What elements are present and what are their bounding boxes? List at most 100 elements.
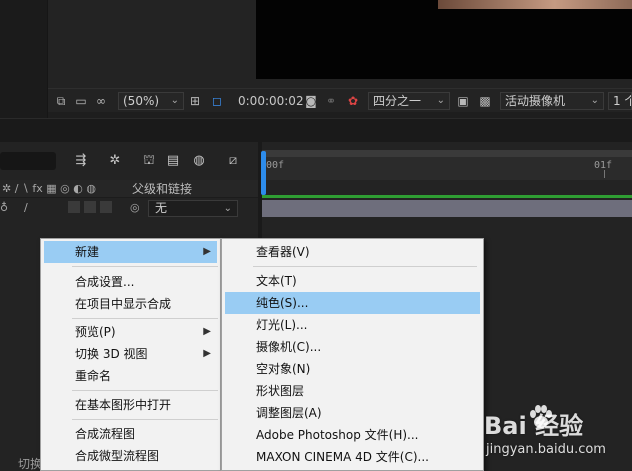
resolution-value: 四分之一 [373, 94, 422, 108]
show-snapshot-icon[interactable]: ⚭ [324, 94, 338, 108]
shy-layers-icon[interactable]: ⛫ [140, 152, 158, 170]
menu-item-composition-flowchart[interactable]: 合成流程图 [44, 423, 217, 445]
new-submenu: 查看器(V) 文本(T) 纯色(S)... 灯光(L)... 摄像机(C)...… [221, 238, 484, 471]
paw-icon [530, 405, 552, 428]
monitor-icon[interactable]: ▭ [74, 94, 88, 108]
menu-item-composition-settings[interactable]: 合成设置... [44, 271, 217, 293]
menu-item-label: 切换 3D 视图 [75, 347, 148, 361]
menu-item-reveal-in-project[interactable]: 在项目中显示合成 [44, 293, 217, 315]
color-channels-icon[interactable]: ✿ [346, 94, 360, 108]
composition-flowchart-icon[interactable]: ⇶ [72, 152, 90, 170]
menu-item-label: 查看器(V) [256, 245, 310, 259]
resolution-select[interactable]: 四分之一 ⌄ [368, 92, 450, 110]
draft-3d-icon[interactable]: ✲ [106, 152, 124, 170]
parent-column-label: 父级和链接 [132, 182, 193, 196]
switch-box[interactable] [84, 201, 96, 213]
ruler-tick [604, 170, 605, 178]
frame-blending-icon[interactable]: ▤ [164, 152, 182, 170]
menu-item-label: Adobe Photoshop 文件(H)... [256, 428, 419, 442]
views-select[interactable]: 1 个 [608, 92, 632, 110]
pick-whip-icon[interactable]: ◎ [130, 200, 140, 216]
submenu-item-viewer[interactable]: 查看器(V) [225, 241, 480, 263]
ruler-label-start: 00f [266, 160, 285, 171]
menu-item-preview[interactable]: 预览(P) ▶ [44, 321, 217, 343]
chevron-down-icon: ⌄ [436, 95, 445, 106]
pen-icon[interactable]: ∕ [24, 200, 28, 216]
menu-item-label: 预览(P) [75, 325, 116, 339]
submenu-item-cinema4d-file[interactable]: MAXON CINEMA 4D 文件(C)... [225, 446, 480, 468]
menu-item-rename[interactable]: 重命名 [44, 365, 217, 387]
menu-item-new[interactable]: 新建 ▶ [44, 241, 217, 263]
camera-snapshot-icon[interactable]: ◙ [304, 94, 318, 108]
menu-item-label: 形状图层 [256, 384, 305, 398]
menu-item-label: 文本(T) [256, 274, 297, 288]
menu-separator [72, 419, 218, 420]
chevron-right-icon: ▶ [203, 246, 211, 257]
chevron-right-icon: ▶ [203, 326, 211, 337]
work-area-indicator [262, 195, 632, 198]
switch-box[interactable] [100, 201, 112, 213]
menu-separator [72, 266, 218, 267]
submenu-item-null-object[interactable]: 空对象(N) [225, 358, 480, 380]
panel-separator [0, 118, 632, 142]
menu-item-label: 合成流程图 [75, 427, 136, 441]
always-preview-icon[interactable]: ⧉ [54, 94, 68, 108]
current-time[interactable]: 0:00:00:02 [238, 94, 304, 108]
parent-select[interactable]: 无 ⌄ [148, 200, 238, 217]
menu-separator [72, 390, 218, 391]
chevron-right-icon: ▶ [203, 348, 211, 359]
fast-preview-icon[interactable]: ▣ [456, 94, 470, 108]
switch-box[interactable] [68, 201, 80, 213]
watermark-url: jingyan.baidu.com [486, 442, 606, 457]
submenu-item-shape-layer[interactable]: 形状图层 [225, 380, 480, 402]
layer-search-input[interactable] [0, 152, 56, 170]
zoom-select[interactable]: (50%) ⌄ [118, 92, 184, 110]
submenu-item-camera[interactable]: 摄像机(C)... [225, 336, 480, 358]
menu-item-label: 合成设置... [75, 275, 135, 289]
chevron-down-icon: ⌄ [590, 95, 599, 106]
menu-item-label: 灯光(L)... [256, 318, 308, 332]
context-menu: 新建 ▶ 合成设置... 在项目中显示合成 预览(P) ▶ 切换 3D 视图 ▶… [40, 238, 221, 471]
baidu-watermark: Bai 经验 jingyan.baidu.com [478, 400, 632, 471]
lock-icon[interactable]: ♁ [0, 200, 8, 216]
camera-select[interactable]: 活动摄像机 ⌄ [500, 92, 604, 110]
motion-blur-icon[interactable]: ◍ [190, 152, 208, 170]
switches-icons: ✲ ∕ ∖ fx ▦ ◎ ◐ ◍ [2, 182, 96, 195]
menu-item-label: 在项目中显示合成 [75, 297, 172, 311]
submenu-item-solid[interactable]: 纯色(S)... [225, 292, 480, 314]
work-area-bar[interactable] [262, 150, 632, 157]
menu-separator [72, 318, 218, 319]
menu-item-label: 调整图层(A) [256, 406, 322, 420]
menu-separator [253, 266, 477, 267]
grid-guides-icon[interactable]: ⊞ [188, 94, 202, 108]
submenu-item-photoshop-file[interactable]: Adobe Photoshop 文件(H)... [225, 424, 480, 446]
composition-canvas[interactable] [256, 0, 632, 79]
menu-item-label: 新建 [75, 245, 100, 259]
menu-item-switch-3d-view[interactable]: 切换 3D 视图 ▶ [44, 343, 217, 365]
zoom-value: (50%) [123, 94, 160, 108]
viewer-toolbar: ⧉ ▭ ∞ (50%) ⌄ ⊞ ◻ 0:00:00:02 ◙ ⚭ ✿ 四分之一 … [48, 88, 632, 112]
chevron-down-icon: ⌄ [170, 95, 179, 106]
views-value: 1 个 [613, 94, 631, 108]
menu-item-label: 在基本图形中打开 [75, 398, 172, 412]
playhead[interactable] [261, 151, 266, 195]
region-of-interest-icon[interactable]: ◻ [210, 94, 224, 108]
transparency-grid-icon[interactable]: ▩ [478, 94, 492, 108]
submenu-item-adjustment-layer[interactable]: 调整图层(A) [225, 402, 480, 424]
layer-duration-bar[interactable] [262, 200, 632, 217]
mask-visibility-icon[interactable]: ∞ [94, 94, 108, 108]
menu-item-composition-mini-flowchart[interactable]: 合成微型流程图 [44, 445, 217, 467]
toggle-switches-modes[interactable]: 切换 [18, 455, 42, 471]
menu-item-label: 空对象(N) [256, 362, 311, 376]
composition-footage [438, 0, 632, 9]
graph-editor-icon[interactable]: ⧄ [224, 152, 242, 170]
menu-item-open-in-essential-graphics[interactable]: 在基本图形中打开 [44, 394, 217, 416]
menu-item-label: 纯色(S)... [256, 296, 309, 310]
menu-item-label: MAXON CINEMA 4D 文件(C)... [256, 450, 429, 464]
submenu-item-light[interactable]: 灯光(L)... [225, 314, 480, 336]
submenu-item-text[interactable]: 文本(T) [225, 270, 480, 292]
menu-item-label: 合成微型流程图 [75, 449, 160, 463]
left-panel [0, 0, 48, 118]
camera-value: 活动摄像机 [505, 94, 566, 108]
menu-item-label: 重命名 [75, 369, 112, 383]
